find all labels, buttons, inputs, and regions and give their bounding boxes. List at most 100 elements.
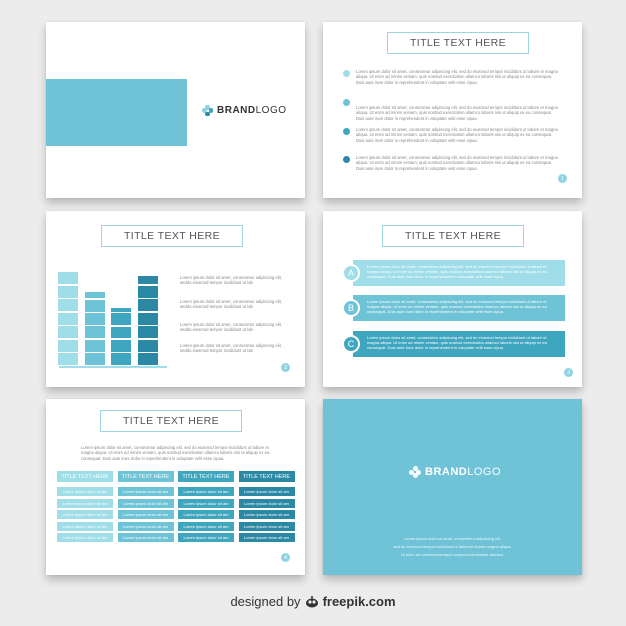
page-number: 1 (558, 174, 567, 183)
slide-closing[interactable]: BRAND LOGO Lorem ipsum dolor sit amet, co… (323, 399, 582, 575)
bar-4 (137, 275, 158, 365)
page-number: 4 (281, 553, 290, 562)
bar-block (58, 299, 78, 311)
bar-block (58, 285, 78, 298)
chart-text: Lorem ipsum dolor sit amet, consectetur … (180, 299, 282, 310)
bar-block (84, 313, 105, 325)
bullet-dot (343, 128, 350, 135)
bar-block (58, 353, 78, 365)
bar-block (84, 292, 105, 299)
cover-color-block (46, 79, 187, 146)
table-cell: Lorem ipsum dolor sit am (57, 510, 113, 519)
bar-block (58, 272, 78, 284)
table-cell: Lorem ipsum dolor sit am (57, 533, 113, 542)
bullet-text: Lorem ipsum dolor sit amet, consectetur … (356, 155, 558, 171)
bar-block (111, 308, 131, 312)
bar-block (84, 339, 105, 352)
freepik-mascot-icon (305, 595, 319, 608)
table-header-cell: TITLE TEXT HERE (238, 471, 295, 482)
table-header-cell: TITLE TEXT HERE (178, 471, 234, 482)
data-table: TITLE TEXT HERE Lorem ipsum dolor sit am L… (46, 399, 305, 575)
bullet-dot (343, 156, 350, 163)
slide-abc-list[interactable]: TITLE TEXT HERE Lorem ipsum dolor sit am… (323, 211, 582, 387)
table-cell: Lorem ipsum dolor sit am (178, 533, 234, 542)
bar-block (58, 339, 78, 352)
brand-light: LOGO (255, 105, 287, 116)
page-number: 2 (281, 363, 290, 372)
ribbon-item-b: Lorem ipsum dolor sit amet, consectetur … (353, 295, 565, 321)
bar-block (111, 313, 131, 326)
bar-block (137, 299, 158, 312)
table-cell: Lorem ipsum dolor sit am (57, 487, 113, 496)
bar-block (137, 312, 158, 325)
table-cell: Lorem ipsum dolor sit am (57, 521, 113, 531)
table-cell: Lorem ipsum dolor sit am (238, 533, 295, 542)
chart-text: Lorem ipsum dolor sit amet, consectetur … (180, 343, 282, 354)
bar-block (137, 353, 158, 365)
closing-text: Lorem ipsum dolor sit amet, consectetur … (323, 535, 582, 559)
slide-title: TITLE TEXT HERE (387, 32, 529, 54)
bar-block (137, 285, 158, 298)
bar-block (111, 353, 131, 365)
brand-bold: BRAND (425, 466, 468, 478)
table-cell: Lorem ipsum dolor sit am (117, 498, 174, 508)
table-cell: Lorem ipsum dolor sit am (117, 510, 174, 519)
chart-text: Lorem ipsum dolor sit amet, consectetur … (180, 275, 282, 286)
bullet-dot (343, 99, 350, 106)
ribbon-item-c: Lorem ipsum dolor sit amet, consectetur … (353, 331, 565, 357)
letter-a-badge: A (342, 264, 360, 282)
table-header-cell: TITLE TEXT HERE (117, 471, 174, 482)
table-cell: Lorem ipsum dolor sit am (238, 487, 295, 496)
slide-title: TITLE TEXT HERE (382, 225, 524, 247)
table-cell: Lorem ipsum dolor sit am (178, 510, 234, 519)
brand-light: LOGO (467, 466, 502, 478)
four-dot-logo-icon (202, 105, 213, 116)
page-number: 3 (564, 368, 573, 377)
bar-block (111, 339, 131, 352)
bar-block (84, 299, 105, 312)
bar-block (84, 326, 105, 339)
bar-2 (84, 291, 105, 365)
bar-block (137, 339, 158, 352)
slide-title: TITLE TEXT HERE (101, 225, 243, 247)
chart-baseline (59, 366, 167, 368)
credit-line: designed by freepik.com (0, 594, 626, 609)
table-cell: Lorem ipsum dolor sit am (178, 498, 234, 508)
table-cell: Lorem ipsum dolor sit am (57, 498, 113, 508)
bullet-text: Lorem ipsum dolor sit amet, consectetur … (356, 69, 558, 85)
bar-block (137, 276, 158, 285)
table-cell: Lorem ipsum dolor sit am (178, 487, 234, 496)
slide-cover[interactable]: BRAND LOGO (46, 22, 305, 198)
bar-block (137, 326, 158, 339)
brand-bold: BRAND (217, 105, 256, 116)
bar-block (58, 312, 78, 325)
bullet-text: Lorem ipsum dolor sit amet, consectetur … (356, 105, 558, 121)
closing-line: Ut enim ad minimveniamquis nostrud exerc… (400, 552, 505, 557)
slide-bullets[interactable]: TITLE TEXT HERE Lorem ipsum dolor sit am… (323, 22, 582, 198)
table-cell: Lorem ipsum dolor sit am (238, 521, 295, 531)
credit-prefix: designed by (230, 594, 301, 609)
table-cell: Lorem ipsum dolor sit am (117, 521, 174, 531)
bar-3 (111, 307, 131, 365)
bullet-dot (343, 70, 350, 77)
table-cell: Lorem ipsum dolor sit am (238, 510, 295, 519)
bar-block (58, 326, 78, 338)
slide-bar-chart[interactable]: TITLE TEXT HERE Lorem ipsum dolor sit am… (46, 211, 305, 387)
table-header-cell: TITLE TEXT HERE (57, 471, 113, 482)
slide-table[interactable]: TITLE TEXT HERE Lorem ipsum dolor sit am… (46, 399, 305, 575)
letter-c-badge: C (342, 335, 360, 353)
bar-block (84, 353, 105, 365)
bullet-text: Lorem ipsum dolor sit amet, consectetur … (356, 127, 558, 143)
letter-b-badge: B (342, 299, 360, 317)
bar-1 (58, 271, 78, 365)
table-cell: Lorem ipsum dolor sit am (238, 498, 295, 508)
credit-brand: freepik.com (322, 594, 396, 609)
table-cell: Lorem ipsum dolor sit am (117, 487, 174, 496)
brand-logo: BRAND LOGO (409, 466, 501, 478)
bar-block (111, 326, 131, 339)
bar-chart (58, 266, 168, 370)
brand-logo: BRAND LOGO (202, 105, 287, 116)
ribbon-item-a: Lorem ipsum dolor sit amet, consectetur … (353, 260, 565, 286)
four-dot-logo-icon (409, 466, 421, 478)
table-cell: Lorem ipsum dolor sit am (178, 521, 234, 531)
